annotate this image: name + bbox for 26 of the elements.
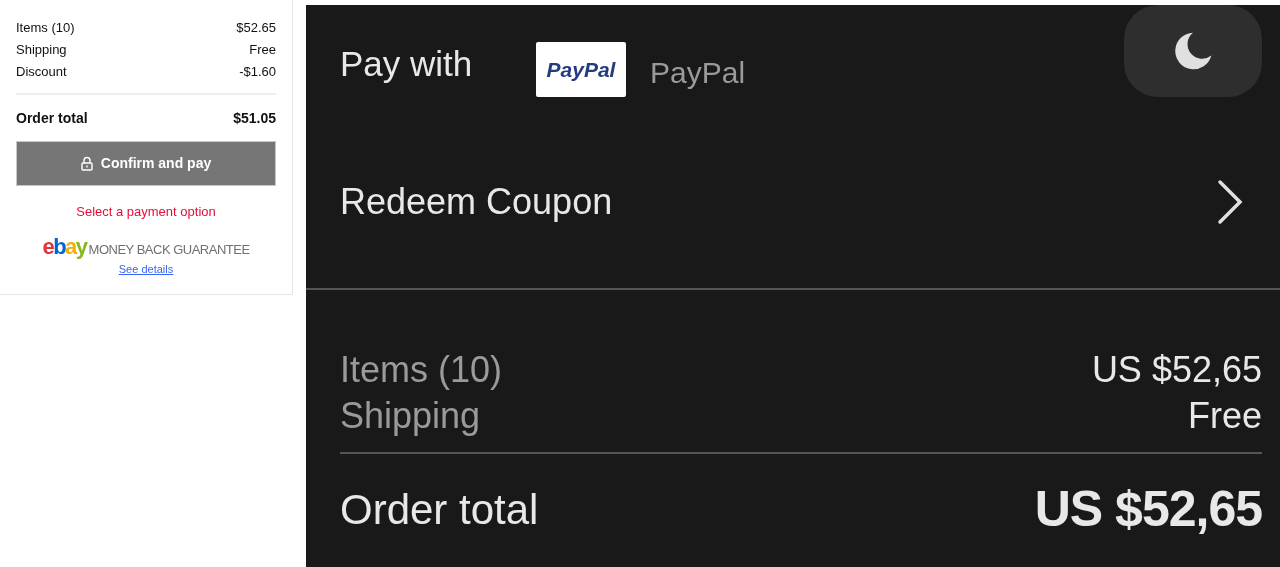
pay-with-label: Pay with: [340, 43, 474, 85]
summary-value: US $52,65: [1091, 348, 1262, 392]
error-message: Select a payment option: [75, 203, 217, 221]
guarantee-text: MONEY BACK GUARANTEE: [88, 240, 250, 258]
summary-value: Free: [1187, 394, 1262, 438]
summary-label: Items (10): [340, 348, 503, 392]
summary-value: -$1.60: [239, 63, 276, 80]
dark-mode-toggle[interactable]: [1124, 5, 1262, 97]
total-value: $51.05: [233, 109, 276, 128]
total-label: Order total: [340, 485, 539, 535]
summary-label: Shipping: [340, 394, 481, 438]
see-details-link[interactable]: See details: [118, 260, 174, 277]
summary-value: $52.65: [236, 19, 276, 36]
summary-label: Discount: [16, 63, 67, 80]
summary-label: Items (10): [16, 19, 75, 36]
summary-value: Free: [249, 41, 276, 58]
ebay-logo: ebay: [42, 235, 87, 258]
total-label: Order total: [16, 109, 88, 128]
payment-method: PayPal: [650, 55, 746, 91]
summary-label: Shipping: [16, 41, 67, 58]
chevron-right-icon: [1216, 177, 1244, 226]
paypal-logo: PayPal: [536, 42, 626, 97]
total-value: US $52,65: [1034, 480, 1262, 539]
lock-icon: [80, 156, 93, 171]
coupon-row[interactable]: Redeem Coupon: [306, 115, 1280, 290]
coupon-label: Redeem Coupon: [340, 179, 613, 224]
